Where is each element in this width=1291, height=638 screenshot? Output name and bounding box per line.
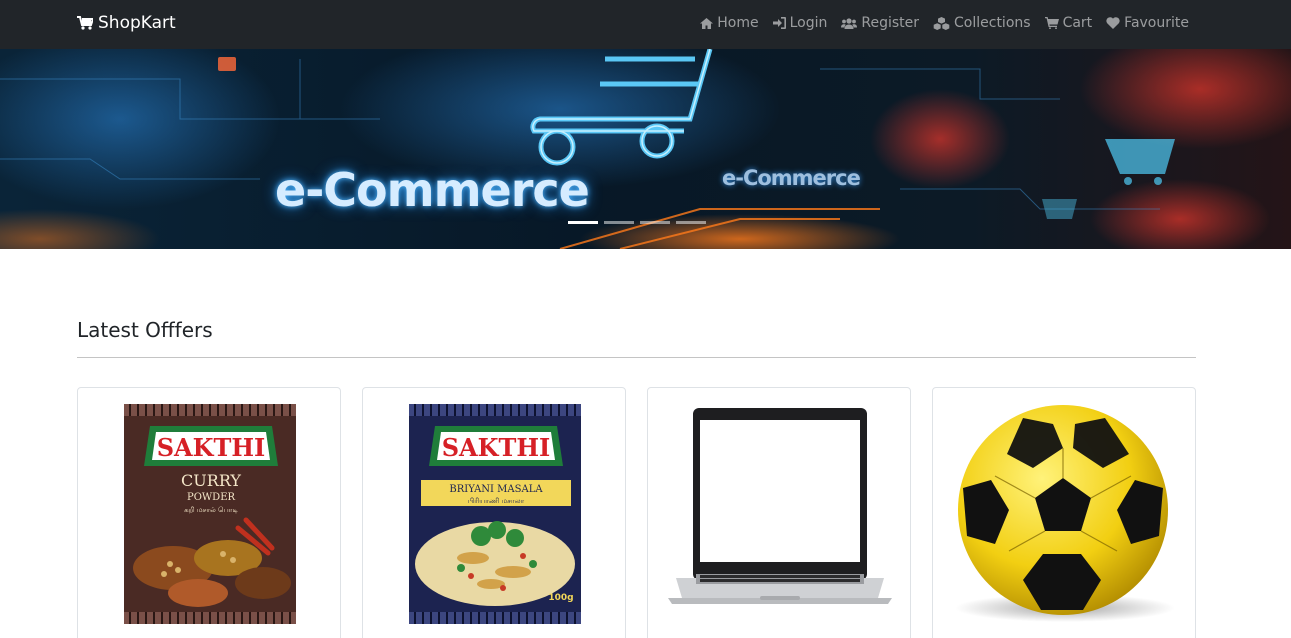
pack-sub: POWDER (187, 492, 236, 503)
nav-collections-label: Collections (954, 15, 1031, 31)
pack-name: CURRY (181, 471, 241, 490)
product-image-briyani-masala: SAKTHI BRIYANI MASALA பிரியாணி மசாலா 100… (409, 404, 581, 624)
nav-home[interactable]: Home (700, 15, 759, 31)
heart-icon (1106, 17, 1120, 29)
users-icon (841, 17, 858, 29)
pack-tamil: கறி மசால் பொடி (184, 506, 238, 514)
nav-cart-label: Cart (1062, 15, 1093, 31)
cart-icon (77, 16, 93, 30)
nav-login-label: Login (789, 15, 828, 31)
pack-name: BRIYANI MASALA (449, 484, 543, 495)
product-image-football (955, 405, 1175, 622)
nav-home-label: Home (717, 15, 759, 31)
carousel-indicator-4[interactable] (676, 221, 706, 224)
product-card[interactable]: SAKTHI BRIYANI MASALA பிரியாணி மசாலா 100… (362, 387, 626, 638)
pack-brand: SAKTHI (157, 433, 266, 462)
product-card[interactable] (932, 387, 1196, 638)
pack-weight: 100g (548, 593, 573, 603)
banner-headline: e-Commerce (275, 163, 590, 217)
carousel-indicator-3[interactable] (640, 221, 670, 224)
brand-link[interactable]: ShopKart (77, 13, 176, 33)
pack-brand: SAKTHI (442, 433, 551, 462)
product-image-laptop (668, 408, 892, 604)
hero-carousel[interactable]: e-Commerce e-Commerce (0, 49, 1291, 249)
product-card[interactable] (647, 387, 911, 638)
nav-cart[interactable]: Cart (1044, 15, 1093, 31)
sign-in-icon (772, 17, 786, 29)
cart-icon (1044, 17, 1059, 29)
nav-register-label: Register (861, 15, 920, 31)
nav-menu: Home Login Register Collections Cart Fav… (686, 15, 1189, 31)
brand-name: ShopKart (98, 13, 176, 33)
carousel-slide-image (0, 49, 1291, 249)
banner-headline-secondary: e-Commerce (722, 166, 861, 190)
navbar: ShopKart Home Login Register Collections… (0, 0, 1291, 49)
nav-collections[interactable]: Collections (933, 15, 1031, 31)
cubes-icon (933, 16, 950, 30)
carousel-indicators (568, 221, 706, 224)
nav-favourite[interactable]: Favourite (1106, 15, 1189, 31)
product-image-curry-powder: SAKTHI CURRY POWDER கறி மசால் பொடி (124, 404, 296, 624)
nav-register[interactable]: Register (841, 15, 919, 31)
section-divider (77, 357, 1196, 358)
product-card[interactable]: SAKTHI CURRY POWDER கறி மசால் பொடி (77, 387, 341, 638)
carousel-indicator-2[interactable] (604, 221, 634, 224)
pack-tamil: பிரியாணி மசாலா (468, 497, 525, 505)
home-icon (700, 17, 714, 29)
nav-favourite-label: Favourite (1124, 15, 1189, 31)
nav-login[interactable]: Login (772, 15, 828, 31)
carousel-indicator-1[interactable] (568, 221, 598, 224)
section-title: Latest Offfers (77, 318, 213, 342)
